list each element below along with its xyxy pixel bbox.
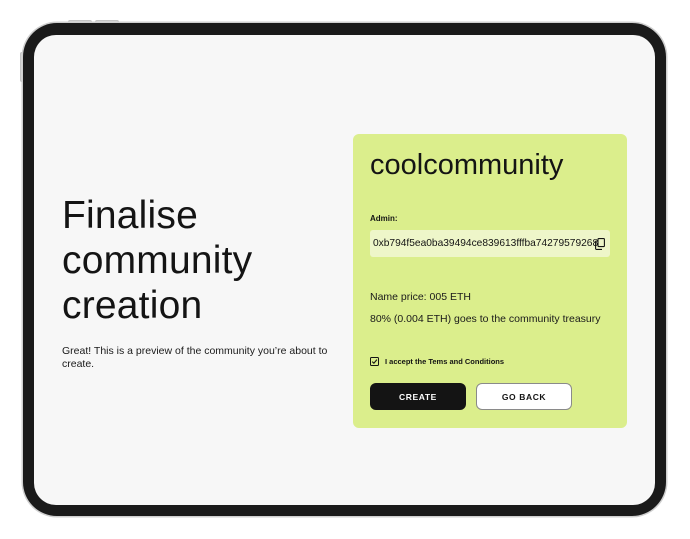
page-subtitle: Great! This is a preview of the communit… xyxy=(62,345,328,370)
create-button[interactable]: CREATE xyxy=(370,383,466,410)
page-title: Finalise community creation xyxy=(62,194,253,327)
name-price: Name price: 005 ETH xyxy=(370,291,471,303)
copy-icon[interactable] xyxy=(595,237,605,250)
terms-label: I accept the Tems and Conditions xyxy=(385,357,505,366)
screen: Finalise community creation Great! This … xyxy=(34,35,655,505)
admin-address: 0xb794f5ea0ba39494ce839613fffba742795792… xyxy=(373,238,599,249)
admin-label: Admin: xyxy=(370,214,398,223)
check-icon xyxy=(371,359,378,365)
treasury-note: 80% (0.004 ETH) goes to the community tr… xyxy=(370,313,601,325)
admin-address-field: 0xb794f5ea0ba39494ce839613fffba742795792… xyxy=(370,230,610,257)
terms-checkbox[interactable] xyxy=(370,357,379,366)
community-preview-card: coolcommunity Admin: 0xb794f5ea0ba39494c… xyxy=(353,134,627,428)
stage: Finalise community creation Great! This … xyxy=(0,0,690,539)
go-back-button[interactable]: GO BACK xyxy=(476,383,572,410)
community-name: coolcommunity xyxy=(370,149,564,181)
terms-checkbox-row[interactable]: I accept the Tems and Conditions xyxy=(370,357,504,366)
